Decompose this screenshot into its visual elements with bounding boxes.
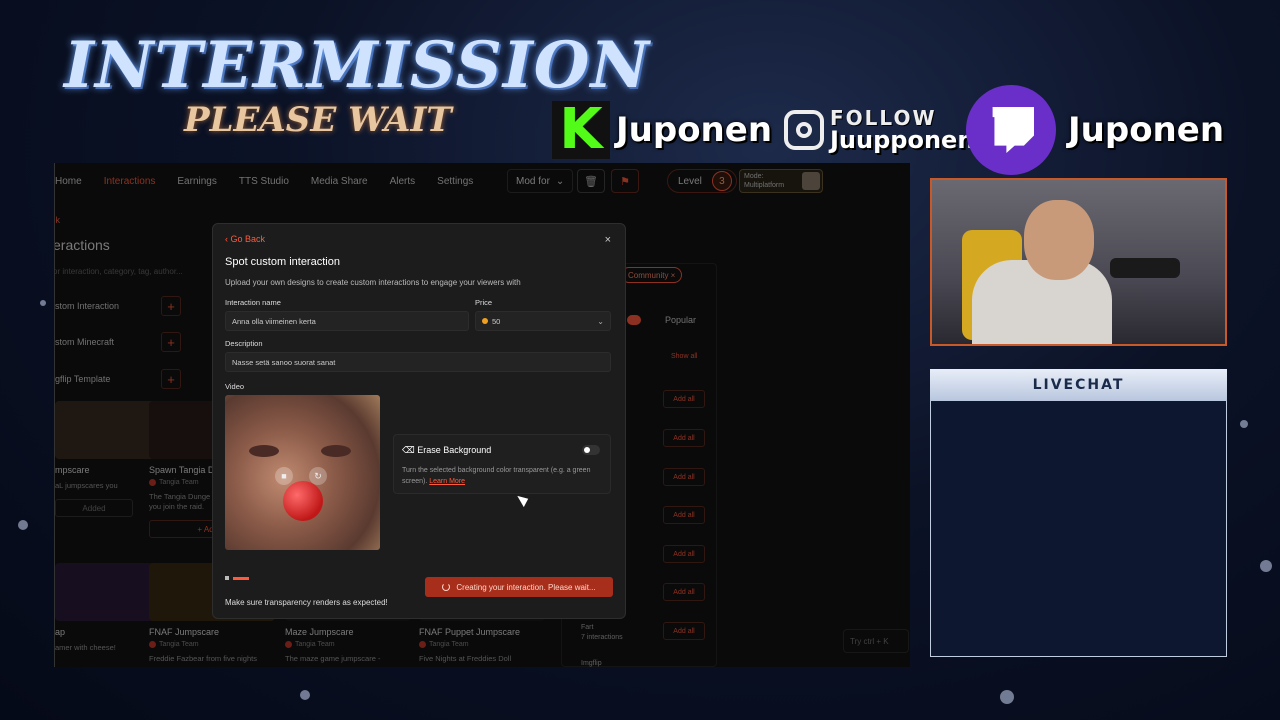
price-label: Price: [475, 298, 493, 307]
custom-interaction-modal: ‹ Go Back × Spot custom interaction Uplo…: [212, 223, 626, 619]
instagram-name: Juupponen: [830, 126, 975, 154]
microphone-icon: [1110, 258, 1180, 278]
modal-subtitle: Upload your own designs to create custom…: [225, 278, 521, 287]
intermission-logo: INTERMISSION PLEASE WAIT: [64, 28, 649, 148]
modal-title: Spot custom interaction: [225, 256, 340, 268]
kick-name: Juponen: [616, 110, 773, 150]
instagram-icon: [784, 110, 824, 150]
logo-subtitle: PLEASE WAIT: [184, 100, 452, 140]
transparency-note: Make sure transparency renders as expect…: [225, 598, 388, 607]
interaction-name-input[interactable]: Anna olla viimeinen kerta: [225, 311, 469, 331]
go-back-link[interactable]: ‹ Go Back: [225, 234, 265, 244]
learn-more-link[interactable]: Learn More: [429, 478, 465, 485]
instagram-follow-label: FOLLOW: [830, 106, 937, 130]
create-interaction-button[interactable]: Creating your interaction. Please wait..…: [425, 577, 613, 597]
erase-background-panel: ⌫ Erase Background Turn the selected bac…: [393, 434, 611, 494]
close-icon[interactable]: ×: [605, 234, 611, 246]
kick-social: K Juponen: [552, 90, 772, 170]
eraser-icon: ⌫: [402, 445, 418, 455]
video-label: Video: [225, 382, 245, 391]
twitch-name: Juponen: [1068, 110, 1225, 150]
livechat-panel: [930, 401, 1227, 657]
description-label: Description: [225, 339, 263, 348]
spinner-icon: [442, 583, 451, 591]
erase-background-toggle[interactable]: [582, 445, 600, 455]
erase-background-title: Erase Background: [417, 445, 492, 455]
livechat-header: LIVECHAT: [930, 369, 1227, 401]
go-back-label: Go Back: [230, 234, 266, 244]
price-select[interactable]: 50 ⌄: [475, 311, 611, 331]
coin-icon: [482, 318, 488, 324]
step-indicator: [225, 576, 255, 581]
chevron-down-icon: ⌄: [597, 316, 604, 326]
replace-video-icon[interactable]: ↻: [309, 467, 327, 485]
kick-icon: K: [552, 101, 610, 159]
twitch-icon: [966, 85, 1056, 175]
twitch-social: Juponen: [966, 84, 1224, 176]
price-value: 50: [492, 316, 501, 326]
webcam-feed: [930, 178, 1227, 346]
video-preview: ■ ↻: [225, 395, 380, 550]
description-input[interactable]: Nasse setä sanoo suorat sanat: [225, 352, 611, 372]
app-window: Home Interactions Earnings TTS Studio Me…: [54, 163, 910, 667]
delete-video-icon[interactable]: ■: [275, 467, 293, 485]
interaction-name-label: Interaction name: [225, 298, 281, 307]
create-button-label: Creating your interaction. Please wait..…: [456, 582, 596, 592]
instagram-social: FOLLOW Juupponen: [780, 90, 974, 170]
